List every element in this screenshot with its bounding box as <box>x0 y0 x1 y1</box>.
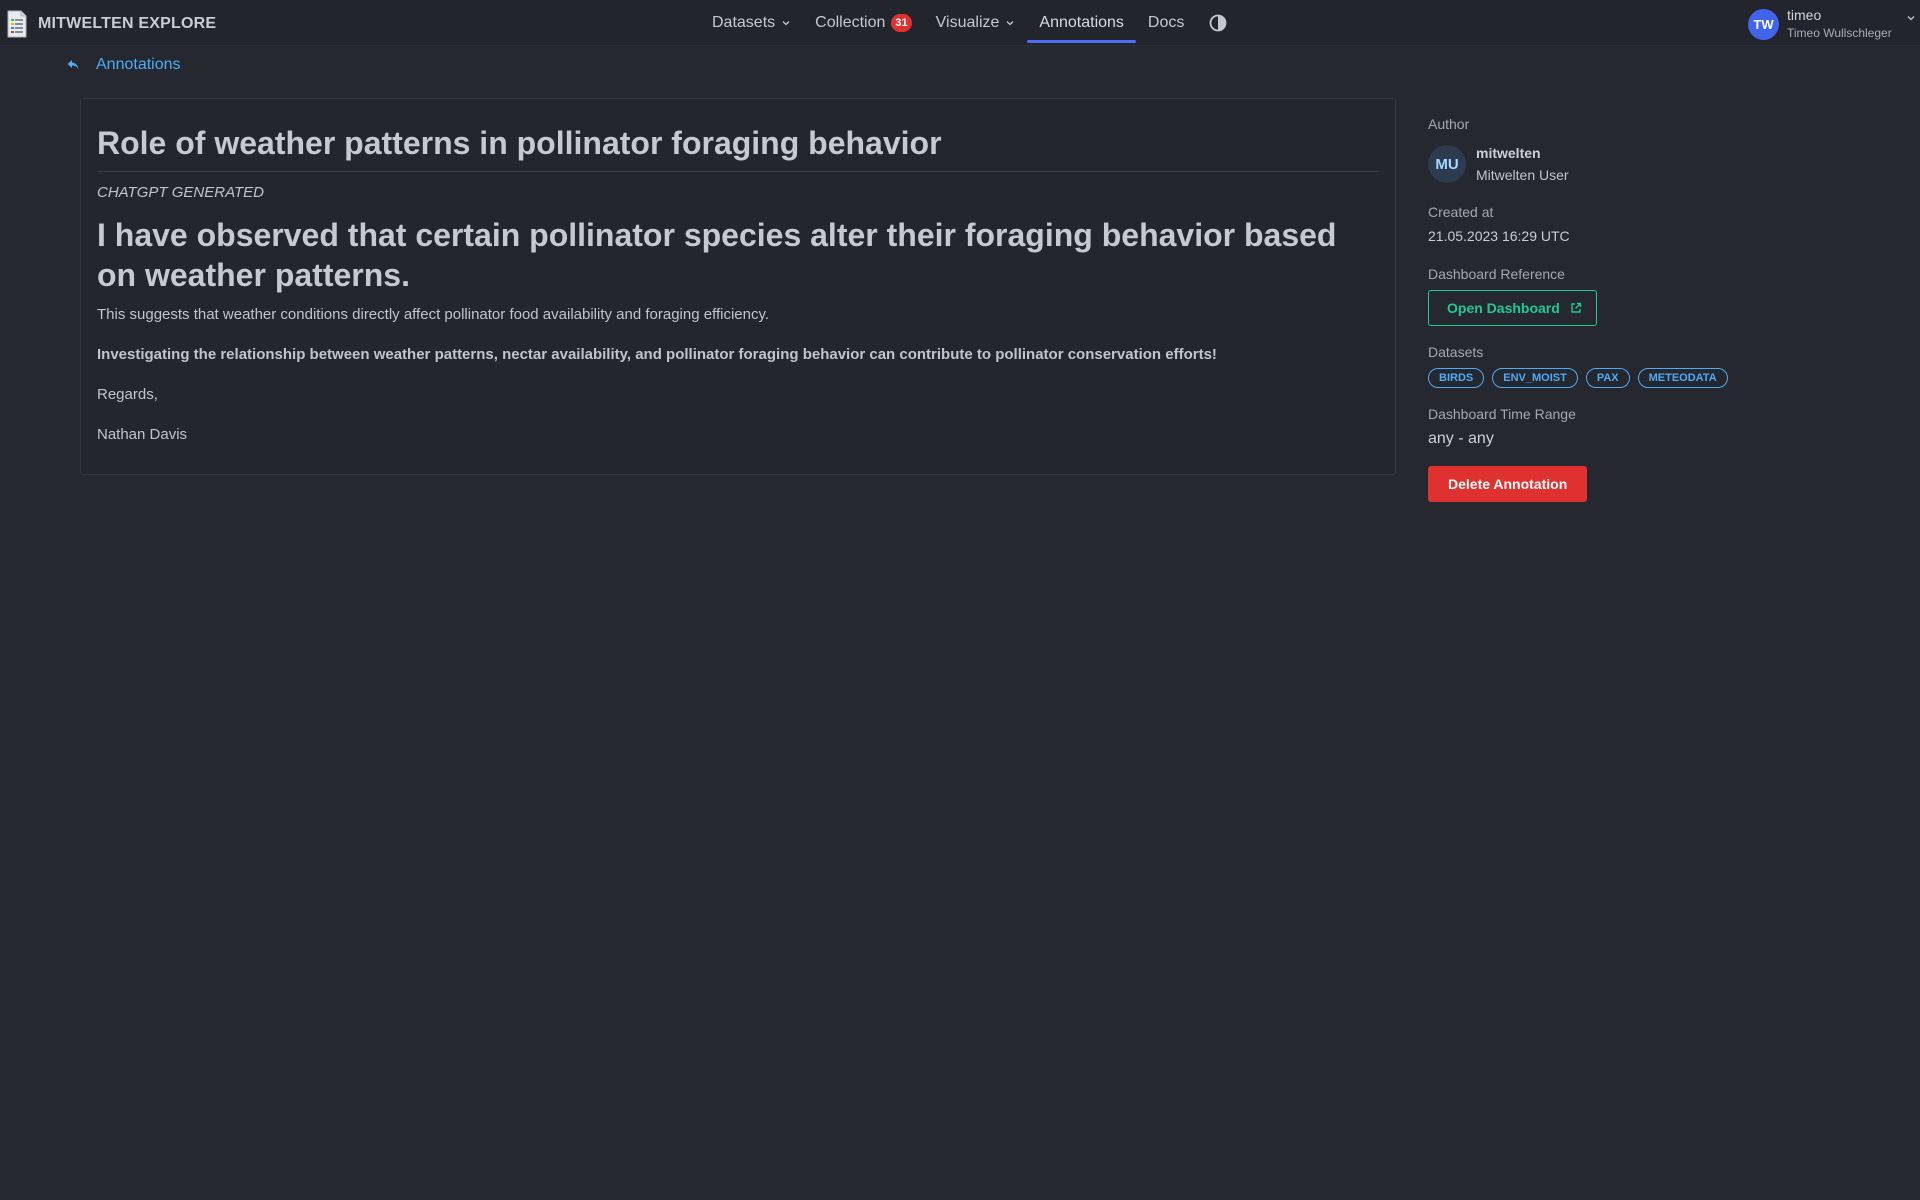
dataset-chip-birds[interactable]: BIRDS <box>1428 368 1485 388</box>
author-section: Author MU mitwelten Mitwelten User <box>1428 116 1788 186</box>
nav-datasets[interactable]: Datasets <box>700 0 803 46</box>
time-range-section: Dashboard Time Range any - any <box>1428 406 1788 448</box>
nav-docs-label: Docs <box>1147 14 1185 31</box>
nav-visualize-label: Visualize <box>935 14 1000 31</box>
document-icon <box>7 10 27 38</box>
annotation-signature: Nathan Davis <box>97 426 188 443</box>
brand[interactable]: MITWELTEN EXPLORE <box>6 10 216 38</box>
chevron-down-icon <box>1006 21 1014 26</box>
user-avatar: TW <box>1748 8 1779 40</box>
annotation-details: Author MU mitwelten Mitwelten User Creat… <box>1428 116 1788 502</box>
created-value: 21.05.2023 16:29 UTC <box>1428 228 1570 244</box>
author-label: Author <box>1428 116 1470 132</box>
time-range-value: any - any <box>1428 430 1494 447</box>
author-info: mitwelten Mitwelten User <box>1476 142 1569 186</box>
dataset-chip-env-moist[interactable]: ENV_MOIST <box>1492 368 1578 388</box>
main-nav: Datasets Collection 31 Visualize Annotat… <box>700 0 1240 46</box>
created-label: Created at <box>1428 204 1494 220</box>
time-range-label: Dashboard Time Range <box>1428 406 1576 422</box>
author-login: mitwelten <box>1476 145 1541 161</box>
dataset-chips: BIRDS ENV_MOIST PAX METEODATA <box>1428 368 1788 388</box>
dashboard-section: Dashboard Reference Open Dashboard <box>1428 266 1788 326</box>
dashboard-label: Dashboard Reference <box>1428 266 1565 282</box>
user-login: timeo <box>1787 7 1822 23</box>
author-full-name: Mitwelten User <box>1476 167 1569 183</box>
annotation-paragraph-bold: Investigating the relationship between w… <box>97 346 1217 363</box>
open-dashboard-label: Open Dashboard <box>1447 300 1560 316</box>
author-avatar: MU <box>1428 145 1466 183</box>
chevron-down-icon <box>782 21 790 26</box>
nav-collection-label: Collection <box>815 14 886 31</box>
nav-visualize[interactable]: Visualize <box>924 0 1028 46</box>
breadcrumb[interactable]: Annotations <box>66 56 181 74</box>
user-info: timeo Timeo Wullschleger <box>1787 6 1892 42</box>
delete-annotation-button[interactable]: Delete Annotation <box>1428 466 1588 502</box>
collection-count-badge: 31 <box>891 14 912 32</box>
user-full-name: Timeo Wullschleger <box>1787 26 1892 40</box>
nav-docs[interactable]: Docs <box>1136 0 1196 46</box>
annotation-card: Role of weather patterns in pollinator f… <box>80 98 1396 475</box>
external-link-icon <box>1571 302 1581 313</box>
theme-toggle[interactable] <box>1196 0 1240 46</box>
author-row: MU mitwelten Mitwelten User <box>1428 142 1788 186</box>
nav-annotations-label: Annotations <box>1039 14 1124 31</box>
annotation-lead: I have observed that certain pollinator … <box>97 217 1337 293</box>
contrast-icon <box>1209 14 1227 32</box>
nav-collection[interactable]: Collection 31 <box>803 0 924 46</box>
datasets-label: Datasets <box>1428 344 1484 360</box>
user-menu[interactable]: TW timeo Timeo Wullschleger <box>1748 6 1916 42</box>
chevron-down-icon <box>1907 16 1915 21</box>
breadcrumb-label: Annotations <box>96 56 181 73</box>
open-dashboard-button[interactable]: Open Dashboard <box>1428 290 1597 326</box>
generated-tag: CHATGPT GENERATED <box>97 184 264 201</box>
annotation-title: Role of weather patterns in pollinator f… <box>97 123 1379 172</box>
nav-datasets-label: Datasets <box>712 14 776 31</box>
datasets-section: Datasets BIRDS ENV_MOIST PAX METEODATA <box>1428 344 1788 388</box>
nav-annotations[interactable]: Annotations <box>1027 0 1136 46</box>
dataset-chip-meteodata[interactable]: METEODATA <box>1637 368 1728 388</box>
back-arrow-icon <box>67 60 79 70</box>
annotation-closing: Regards, <box>97 386 158 403</box>
created-section: Created at 21.05.2023 16:29 UTC <box>1428 204 1788 244</box>
dataset-chip-pax[interactable]: PAX <box>1585 368 1630 388</box>
annotation-paragraph: This suggests that weather conditions di… <box>97 306 770 323</box>
top-navbar: MITWELTEN EXPLORE Datasets Collection 31… <box>0 0 1920 46</box>
brand-name: MITWELTEN EXPLORE <box>38 15 217 32</box>
